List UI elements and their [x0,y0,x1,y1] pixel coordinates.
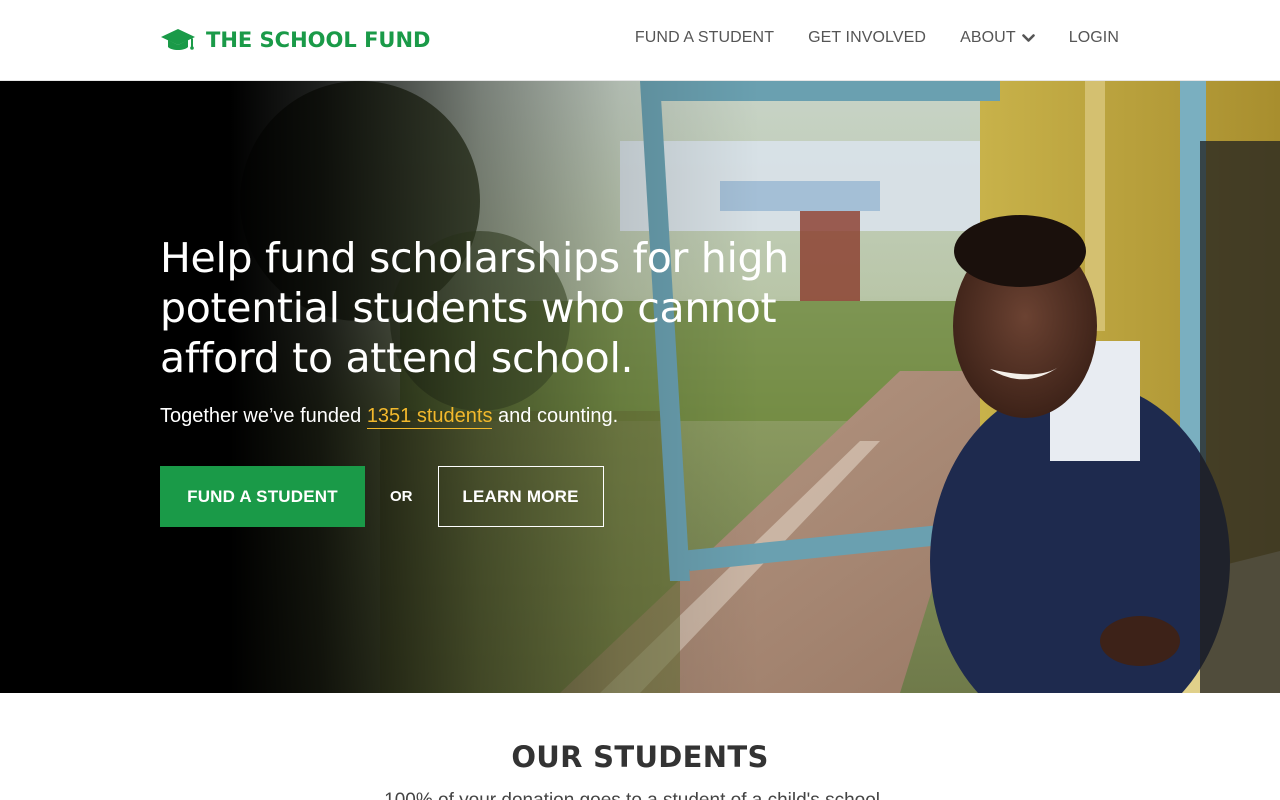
hero-subtitle-prefix: Together we’ve funded [160,405,367,427]
section-subtitle: 100% of your donation goes to a student … [0,790,1280,800]
main-nav: FUND A STUDENT GET INVOLVED ABOUT LOGIN [635,29,1119,47]
or-label: OR [390,488,413,505]
logo-link[interactable]: THE SCHOOL FUND [160,26,430,54]
students-count-link[interactable]: 1351 students [366,405,493,429]
hero-content: Help fund scholarships for high potentia… [160,233,800,527]
site-header: THE SCHOOL FUND FUND A STUDENT GET INVOL… [0,0,1280,81]
cta-row: FUND A STUDENT OR LEARN MORE [160,466,800,527]
nav-about[interactable]: ABOUT [960,29,1035,47]
hero-title: Help fund scholarships for high potentia… [160,234,789,382]
nav-about-label: ABOUT [960,29,1016,46]
fund-a-student-button[interactable]: FUND A STUDENT [160,466,365,527]
hero-section: Help fund scholarships for high potentia… [0,81,1280,693]
nav-fund-a-student[interactable]: FUND A STUDENT [635,29,774,47]
learn-more-button[interactable]: LEARN MORE [437,466,604,527]
graduation-cap-icon [161,29,195,50]
hero-subtitle: Together we’ve funded 1351 students and … [160,405,800,429]
chevron-down-icon [1021,33,1035,42]
section-title: OUR STUDENTS [511,740,769,774]
nav-login[interactable]: LOGIN [1069,29,1119,47]
hero-subtitle-suffix: and counting. [492,405,619,427]
brand-name: THE SCHOOL FUND [206,28,431,52]
nav-get-involved[interactable]: GET INVOLVED [808,29,926,47]
